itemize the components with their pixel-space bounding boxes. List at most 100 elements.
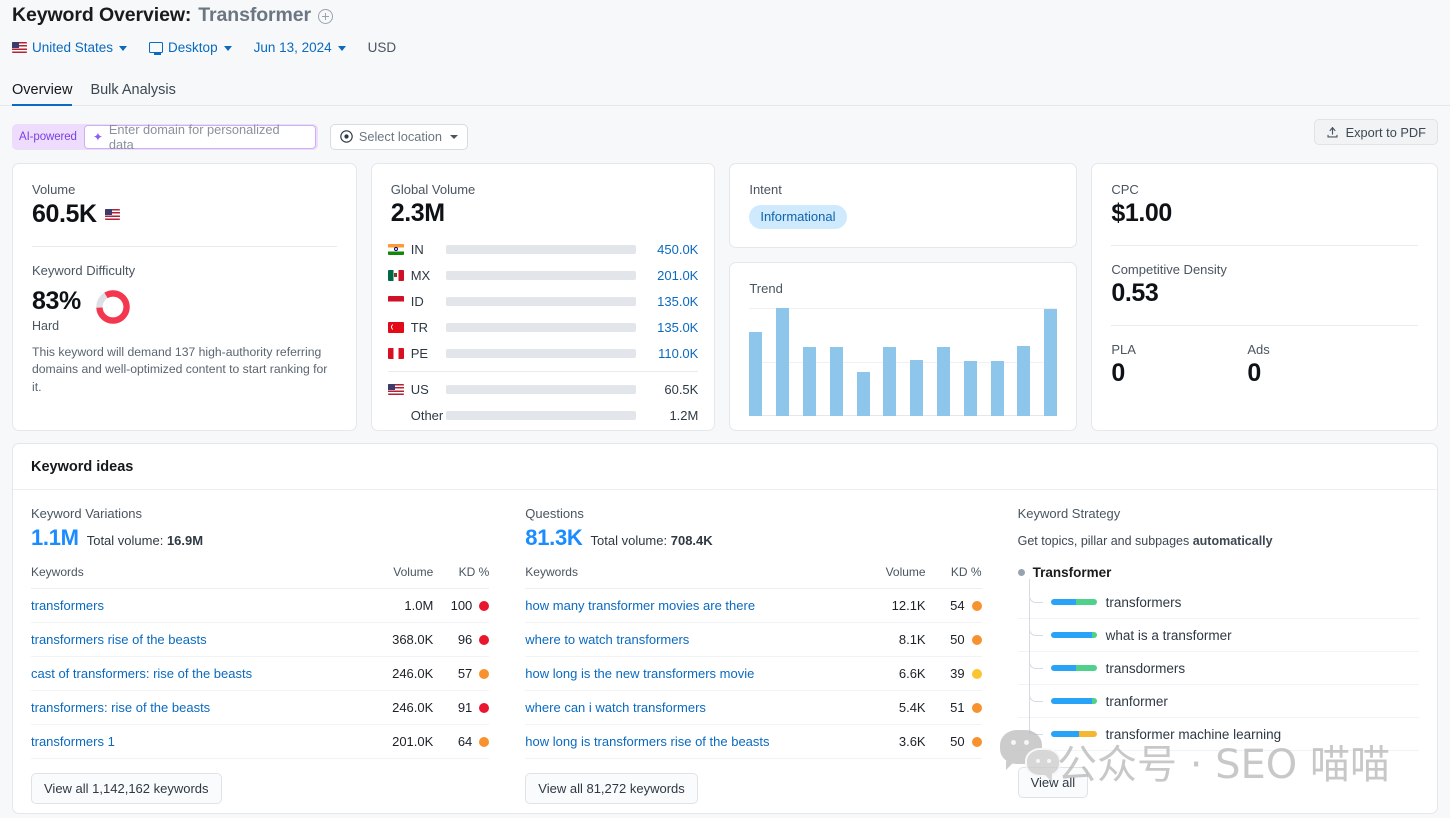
flag-placeholder	[388, 410, 404, 421]
tab-bulk-analysis[interactable]: Bulk Analysis	[90, 82, 175, 105]
tab-overview[interactable]: Overview	[12, 82, 73, 106]
tree-elbow	[1028, 580, 1043, 603]
global-volume-list: IN 450.0K MX 201.0K ID 135.0K TR 135.0K PE 110.0K	[387, 236, 699, 366]
chevron-down-icon	[337, 45, 346, 51]
keyword-kd: 57	[433, 656, 490, 691]
keyword-volume: 8.1K	[853, 622, 926, 657]
table-row: how long is the new transformers movie 6.…	[525, 656, 982, 691]
keyword-link[interactable]: transformers rise of the beasts	[31, 622, 362, 657]
volume-bar-track	[445, 410, 637, 420]
table-header-row: Keywords Volume KD %	[31, 565, 490, 589]
trend-bar	[856, 371, 870, 416]
trend-bar	[910, 359, 924, 416]
questions-label: Questions	[525, 506, 584, 521]
keyword-link[interactable]: transformers: rise of the beasts	[31, 690, 362, 725]
intent-trend-column: Intent Informational Trend	[729, 163, 1078, 431]
view-all-variations-button[interactable]: View all 1,142,162 keywords	[31, 773, 222, 804]
upload-icon	[1327, 126, 1338, 138]
export-to-pdf-button[interactable]: Export to PDF	[1313, 119, 1438, 145]
country-label: United States	[32, 39, 114, 55]
tree-item-label: tranformer	[1105, 693, 1168, 709]
strategy-bar-blue	[1050, 599, 1077, 605]
keyword-difficulty-description: This keyword will demand 137 high-author…	[32, 345, 328, 394]
view-all-strategy-button[interactable]: View all	[1017, 767, 1089, 798]
tree-elbow	[1028, 679, 1043, 702]
global-volume-row: US 60.5K	[387, 376, 698, 402]
table-row: transformers 1 201.0K 64	[31, 724, 490, 759]
strategy-bar-tail	[1076, 599, 1097, 605]
chevron-down-icon	[450, 134, 459, 139]
table-row: cast of transformers: rise of the beasts…	[31, 656, 490, 691]
keyword-link[interactable]: how many transformer movies are there	[525, 588, 854, 623]
pla-ads-row: PLA 0 Ads 0	[1111, 342, 1418, 388]
trend-bar	[749, 331, 763, 416]
domain-input[interactable]: ✦ Enter domain for personalized data	[83, 121, 316, 152]
country-code: US	[410, 381, 429, 397]
divider	[1111, 325, 1418, 326]
date-label: Jun 13, 2024	[253, 39, 332, 55]
keyword-link[interactable]: where to watch transformers	[525, 622, 854, 657]
location-selector[interactable]: Select location	[329, 123, 469, 150]
add-keyword-icon[interactable]	[318, 9, 333, 24]
tree-item-label: transformer machine learning	[1105, 726, 1282, 742]
device-selector[interactable]: Desktop	[149, 40, 232, 55]
global-volume-label: Global Volume	[390, 182, 476, 197]
domain-input-placeholder: Enter domain for personalized data	[108, 121, 280, 152]
questions-column: Questions 81.3K Total volume: 708.4K Key…	[507, 490, 999, 804]
tree-item-label: transformers	[1105, 594, 1182, 610]
strategy-bar	[1050, 599, 1097, 605]
tree-item[interactable]: transformers	[1017, 580, 1419, 619]
toolbar: AI-powered ✦ Enter domain for personaliz…	[0, 106, 1450, 154]
volume-bar-track	[445, 348, 637, 358]
export-label: Export to PDF	[1345, 124, 1426, 140]
trend-bar	[883, 346, 897, 416]
keyword-strategy-tree: Transformer transformers what is a transf…	[1017, 565, 1419, 751]
table-header-row: Keywords Volume KD %	[525, 565, 982, 589]
tree-item[interactable]: transformer machine learning	[1017, 712, 1419, 751]
desktop-icon	[149, 41, 164, 55]
intent-badge[interactable]: Informational	[749, 205, 847, 229]
keyword-variations-summary: 1.1M Total volume: 16.9M	[31, 525, 489, 551]
location-placeholder: Select location	[358, 129, 443, 144]
keyword-ideas-panel: Keyword ideas Keyword Variations 1.1M To…	[12, 443, 1438, 814]
country-selector[interactable]: United States	[12, 39, 128, 55]
keyword-volume: 5.4K	[853, 690, 926, 725]
col-keywords: Keywords	[31, 565, 362, 589]
flag-in-icon	[387, 243, 404, 255]
tree-item[interactable]: transdormers	[1017, 646, 1419, 685]
col-kd: KD %	[925, 565, 982, 589]
strategy-bar-tail	[1092, 698, 1097, 704]
strategy-bar-blue	[1050, 698, 1092, 704]
keyword-link[interactable]: transformers	[31, 588, 362, 623]
trend-label: Trend	[749, 281, 783, 296]
strategy-bar-blue	[1050, 632, 1092, 638]
global-volume-row: MX 201.0K	[387, 262, 698, 288]
tree-item[interactable]: tranformer	[1017, 679, 1419, 718]
trend-bars	[749, 308, 1058, 416]
pla-label: PLA	[1111, 342, 1136, 357]
country-code: MX	[410, 267, 431, 283]
keyword-link[interactable]: how long is the new transformers movie	[525, 656, 854, 691]
trend-bar	[829, 346, 843, 416]
volume-value: 450.0K	[657, 241, 699, 257]
date-selector[interactable]: Jun 13, 2024	[254, 40, 346, 55]
kd-dot-icon	[971, 669, 982, 679]
volume-value: 135.0K	[657, 293, 699, 309]
volume-value-row: 60.5K	[32, 200, 337, 229]
device-label: Desktop	[168, 39, 218, 55]
page-title: Keyword Overview: Transformer	[12, 0, 1438, 30]
keyword-kd: 96	[433, 622, 490, 657]
keyword-link[interactable]: transformers 1	[31, 724, 362, 759]
keyword-link[interactable]: where can i watch transformers	[525, 690, 854, 725]
view-all-questions-button[interactable]: View all 81,272 keywords	[525, 773, 698, 804]
volume-bar-track	[445, 296, 637, 306]
volume-value: 60.5K	[32, 200, 97, 228]
keyword-kd: 64	[433, 724, 490, 759]
keyword-link[interactable]: cast of transformers: rise of the beasts	[31, 656, 362, 691]
currency-label-wrap: USD	[368, 40, 397, 55]
strategy-subtitle-plain: Get topics, pillar and subpages	[1017, 534, 1193, 548]
keyword-link[interactable]: how long is transformers rise of the bea…	[525, 724, 854, 759]
tree-item[interactable]: what is a transformer	[1017, 613, 1419, 652]
kd-dot-icon	[479, 737, 490, 747]
cpc-card: CPC $1.00 Competitive Density 0.53 PLA 0…	[1091, 163, 1438, 431]
